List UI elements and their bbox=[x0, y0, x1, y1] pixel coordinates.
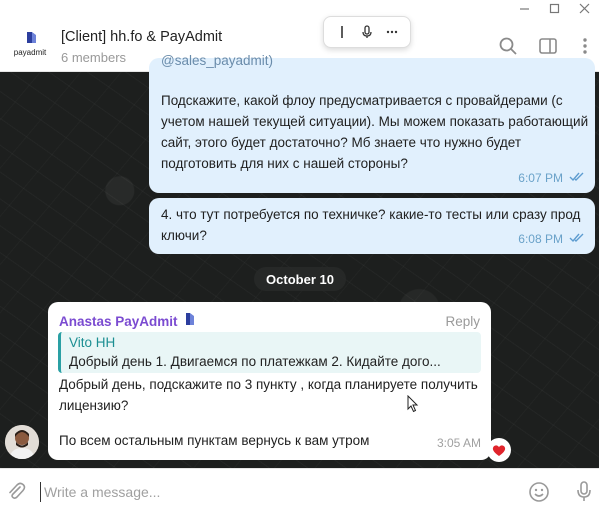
date-separator: October 10 bbox=[254, 267, 346, 291]
minimize-icon[interactable] bbox=[509, 0, 539, 16]
avatar[interactable] bbox=[5, 425, 39, 459]
outgoing-message[interactable]: 4. что тут потребуется по техничке? каки… bbox=[149, 198, 595, 254]
mouse-cursor-icon bbox=[407, 394, 419, 413]
heart-reaction-icon[interactable] bbox=[487, 438, 511, 462]
message-time: 6:08 PM bbox=[518, 232, 563, 246]
voice-record-icon[interactable] bbox=[573, 480, 595, 502]
double-check-icon bbox=[569, 168, 585, 189]
quoted-message[interactable]: Vito HH Добрый день 1. Двигаемся по плат… bbox=[58, 332, 481, 373]
message-time: 6:07 PM bbox=[518, 171, 563, 185]
message-time: 3:05 AM bbox=[436, 436, 481, 450]
group-avatar-logo[interactable]: payadmit bbox=[9, 30, 51, 58]
member-count[interactable]: 6 members bbox=[61, 50, 126, 65]
sender-badge-icon bbox=[184, 311, 196, 332]
maximize-icon[interactable] bbox=[539, 0, 569, 16]
message-composer bbox=[0, 468, 599, 512]
incoming-message[interactable]: Anastas PayAdmit Reply Vito HH Добрый де… bbox=[48, 302, 491, 460]
more-horizontal-icon[interactable] bbox=[382, 22, 402, 42]
message-text: По всем остальным пунктам вернусь к вам … bbox=[59, 433, 370, 448]
chat-title[interactable]: [Client] hh.fo & PayAdmit bbox=[61, 29, 222, 45]
sender-name[interactable]: Anastas PayAdmit bbox=[59, 311, 178, 332]
window-controls bbox=[509, 0, 599, 16]
message-input[interactable] bbox=[40, 482, 510, 502]
text-cursor-icon[interactable] bbox=[332, 22, 352, 42]
quote-author: Vito HH bbox=[69, 335, 116, 350]
message-text-cut: @sales_payadmit) bbox=[161, 53, 274, 68]
more-vertical-icon[interactable] bbox=[575, 36, 595, 56]
double-check-icon bbox=[569, 229, 585, 250]
sidebar-toggle-icon[interactable] bbox=[538, 36, 558, 56]
svg-text:payadmit: payadmit bbox=[14, 48, 47, 57]
voice-toolbar bbox=[323, 16, 411, 48]
search-icon[interactable] bbox=[498, 36, 518, 56]
emoji-icon[interactable] bbox=[528, 481, 550, 503]
outgoing-message[interactable]: @sales_payadmit) Подскажите, какой флоу … bbox=[149, 53, 595, 193]
message-text: Подскажите, какой флоу предусматривается… bbox=[161, 93, 589, 171]
reply-button[interactable]: Reply bbox=[445, 311, 480, 332]
close-icon[interactable] bbox=[569, 0, 599, 16]
quote-text: Добрый день 1. Двигаемся по платежкам 2.… bbox=[69, 354, 441, 369]
paperclip-icon[interactable] bbox=[6, 481, 26, 501]
microphone-icon[interactable] bbox=[357, 22, 377, 42]
